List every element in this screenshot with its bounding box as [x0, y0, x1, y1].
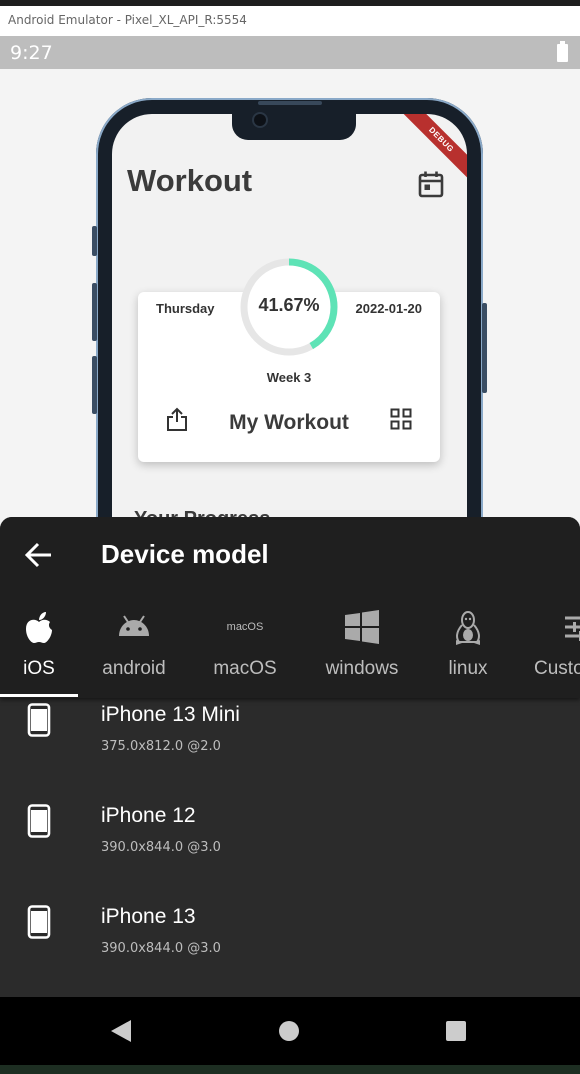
- device-name: iPhone 12: [101, 804, 196, 827]
- android-icon: [86, 610, 182, 644]
- phone-volume-up-button: [92, 283, 97, 341]
- back-arrow-icon[interactable]: [24, 541, 54, 574]
- back-triangle-icon[interactable]: [110, 1019, 132, 1048]
- window-title: Android Emulator - Pixel_XL_API_R:5554: [8, 13, 247, 27]
- device-spec: 390.0x844.0 @3.0: [101, 941, 221, 956]
- windows-icon: [312, 610, 412, 644]
- grid-view-icon[interactable]: [390, 408, 412, 435]
- device-item-iphone-13[interactable]: iPhone 13 390.0x844.0 @3.0: [0, 905, 580, 997]
- phone-speaker: [258, 101, 322, 105]
- device-name: iPhone 13 Mini: [101, 703, 240, 726]
- status-time: 9:27: [10, 42, 53, 64]
- desktop-background-strip: [0, 1065, 580, 1074]
- status-bar: 9:27: [0, 36, 580, 69]
- device-name: iPhone 13: [101, 905, 196, 928]
- card-day: Thursday: [156, 301, 215, 316]
- calendar-icon[interactable]: [418, 170, 444, 203]
- tab-macos[interactable]: macOS macOS: [200, 605, 290, 698]
- tab-android[interactable]: android: [86, 605, 182, 698]
- battery-full-icon: [557, 41, 568, 62]
- tab-custom-label: Custom: [534, 658, 580, 679]
- phone-power-button: [482, 303, 487, 393]
- recents-square-icon[interactable]: [445, 1020, 467, 1047]
- tab-custom[interactable]: Custom: [528, 605, 580, 698]
- macos-text-icon: macOS: [226, 621, 264, 633]
- tab-windows[interactable]: windows: [312, 605, 412, 698]
- apple-icon: [0, 610, 78, 644]
- device-spec: 375.0x812.0 @2.0: [101, 739, 221, 754]
- phone-icon: [27, 703, 51, 742]
- tab-linux[interactable]: linux: [436, 605, 500, 698]
- device-spec: 390.0x844.0 @3.0: [101, 840, 221, 855]
- progress-percent: 41.67%: [258, 295, 320, 315]
- page-title: Workout: [127, 163, 253, 198]
- card-week: Week 3: [266, 370, 312, 385]
- linux-icon: [436, 610, 500, 645]
- tab-ios[interactable]: iOS: [0, 605, 78, 698]
- device-item-iphone-12[interactable]: iPhone 12 390.0x844.0 @3.0: [0, 804, 580, 905]
- emulator-title-bar: Android Emulator - Pixel_XL_API_R:5554: [0, 0, 580, 36]
- phone-icon: [27, 905, 51, 944]
- phone-icon: [27, 804, 51, 843]
- progress-ring: 41.67%: [239, 257, 339, 357]
- phone-volume-down-button: [92, 356, 97, 414]
- tune-icon: [554, 610, 580, 644]
- phone-notch: [232, 110, 356, 140]
- phone-mute-button: [92, 226, 97, 256]
- tab-linux-label: linux: [448, 658, 488, 679]
- device-item-iphone-13-mini[interactable]: iPhone 13 Mini 375.0x812.0 @2.0: [0, 703, 580, 804]
- sheet-title: Device model: [101, 539, 269, 569]
- active-tab-indicator: [0, 694, 78, 697]
- home-circle-icon[interactable]: [278, 1020, 300, 1047]
- device-model-sheet: Device model iOS android macOS macOS win…: [0, 517, 580, 997]
- card-date: 2022-01-20: [355, 301, 423, 316]
- tab-macos-label: macOS: [213, 658, 277, 679]
- system-nav-bar: [0, 997, 580, 1065]
- tab-windows-label: windows: [325, 658, 399, 679]
- sheet-header: Device model iOS android macOS macOS win…: [0, 517, 580, 698]
- tab-ios-label: iOS: [23, 658, 55, 679]
- tab-android-label: android: [102, 658, 166, 679]
